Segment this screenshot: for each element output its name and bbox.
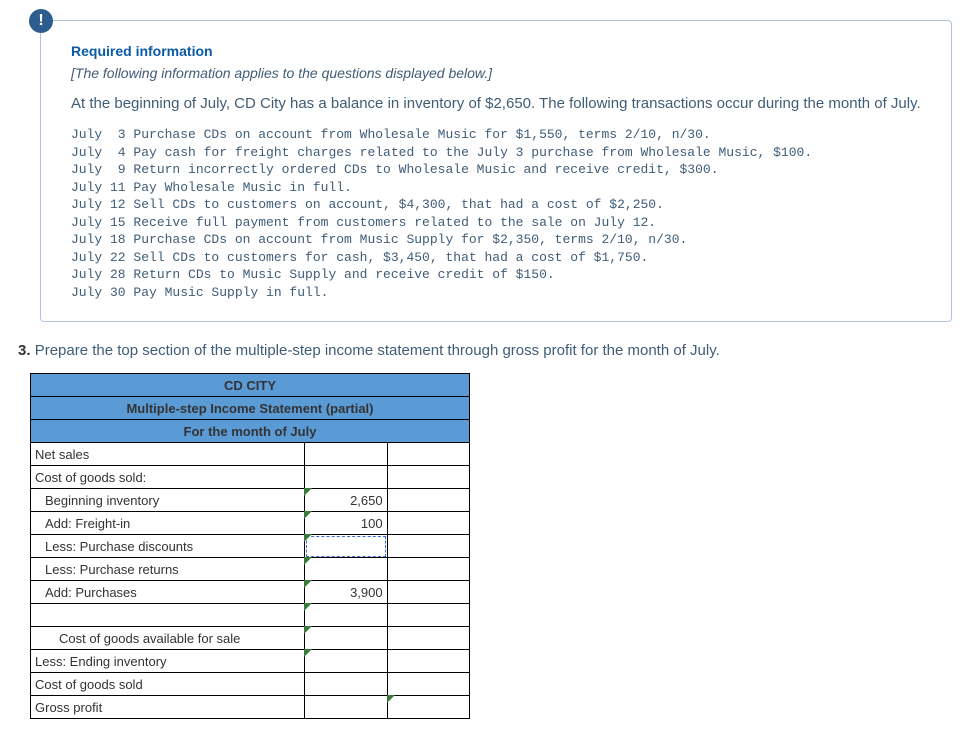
- cell-gp-2[interactable]: [387, 696, 469, 719]
- label-cogas: Cost of goods available for sale: [31, 627, 305, 650]
- triangle-icon: [304, 580, 312, 588]
- cell-blank-2[interactable]: [387, 604, 469, 627]
- required-heading: Required information: [71, 43, 921, 59]
- label-blank: [31, 604, 305, 627]
- label-cogs: Cost of goods sold:: [31, 466, 305, 489]
- required-subhead: [The following information applies to th…: [71, 65, 921, 81]
- row-beginning-inventory: Beginning inventory 2,650: [31, 489, 470, 512]
- triangle-icon: [304, 626, 312, 634]
- cell-purch-disc[interactable]: [305, 535, 387, 558]
- cell-purchases[interactable]: 3,900: [305, 581, 387, 604]
- row-purchase-discounts: Less: Purchase discounts: [31, 535, 470, 558]
- triangle-icon: [304, 534, 312, 542]
- row-cogs-label: Cost of goods sold:: [31, 466, 470, 489]
- cell-cogs-total-1[interactable]: [305, 673, 387, 696]
- cell-net-sales-1[interactable]: [305, 443, 387, 466]
- cell-end-inv-2[interactable]: [387, 650, 469, 673]
- label-gross-profit: Gross profit: [31, 696, 305, 719]
- triangle-icon: [304, 511, 312, 519]
- cell-purch-ret-2[interactable]: [387, 558, 469, 581]
- stmt-title-period: For the month of July: [31, 420, 470, 443]
- label-cogs-total: Cost of goods sold: [31, 673, 305, 696]
- cell-blank-1[interactable]: [305, 604, 387, 627]
- row-purchases: Add: Purchases 3,900: [31, 581, 470, 604]
- cell-freight-2[interactable]: [387, 512, 469, 535]
- required-info-panel: ! Required information [The following in…: [40, 20, 952, 322]
- cell-net-sales-2[interactable]: [387, 443, 469, 466]
- row-gross-profit: Gross profit: [31, 696, 470, 719]
- info-icon: !: [29, 9, 53, 33]
- question-number: 3.: [18, 342, 31, 359]
- triangle-icon: [304, 488, 312, 496]
- stmt-title-company: CD CITY: [31, 374, 470, 397]
- cell-purch-ret[interactable]: [305, 558, 387, 581]
- row-net-sales: Net sales: [31, 443, 470, 466]
- question-text: 3. Prepare the top section of the multip…: [18, 342, 956, 359]
- stmt-title-type: Multiple-step Income Statement (partial): [31, 397, 470, 420]
- row-cogas: Cost of goods available for sale: [31, 627, 470, 650]
- triangle-icon: [387, 695, 395, 703]
- cell-cogs-2[interactable]: [387, 466, 469, 489]
- cell-freight[interactable]: 100: [305, 512, 387, 535]
- cell-cogs-total-2[interactable]: [387, 673, 469, 696]
- row-ending-inventory: Less: Ending inventory: [31, 650, 470, 673]
- cell-purchases-2[interactable]: [387, 581, 469, 604]
- question-body: Prepare the top section of the multiple-…: [35, 342, 720, 359]
- cell-end-inv-1[interactable]: [305, 650, 387, 673]
- label-end-inv: Less: Ending inventory: [31, 650, 305, 673]
- triangle-icon: [304, 649, 312, 657]
- cell-beg-inv[interactable]: 2,650: [305, 489, 387, 512]
- cell-cogas-1[interactable]: [305, 627, 387, 650]
- label-beg-inv: Beginning inventory: [31, 489, 305, 512]
- cell-cogas-2[interactable]: [387, 627, 469, 650]
- row-cogs-total: Cost of goods sold: [31, 673, 470, 696]
- transactions-block: July 3 Purchase CDs on account from Whol…: [71, 126, 921, 301]
- label-freight: Add: Freight-in: [31, 512, 305, 535]
- cell-purch-disc-2[interactable]: [387, 535, 469, 558]
- label-purch-disc: Less: Purchase discounts: [31, 535, 305, 558]
- cell-gp-1[interactable]: [305, 696, 387, 719]
- row-purchase-returns: Less: Purchase returns: [31, 558, 470, 581]
- triangle-icon: [304, 603, 312, 611]
- label-net-sales: Net sales: [31, 443, 305, 466]
- cell-beg-inv-2[interactable]: [387, 489, 469, 512]
- row-blank: [31, 604, 470, 627]
- label-purchases: Add: Purchases: [31, 581, 305, 604]
- triangle-icon: [304, 557, 312, 565]
- row-freight-in: Add: Freight-in 100: [31, 512, 470, 535]
- income-statement-table: CD CITY Multiple-step Income Statement (…: [30, 373, 470, 719]
- intro-text: At the beginning of July, CD City has a …: [71, 95, 921, 112]
- label-purch-ret: Less: Purchase returns: [31, 558, 305, 581]
- cell-cogs-1[interactable]: [305, 466, 387, 489]
